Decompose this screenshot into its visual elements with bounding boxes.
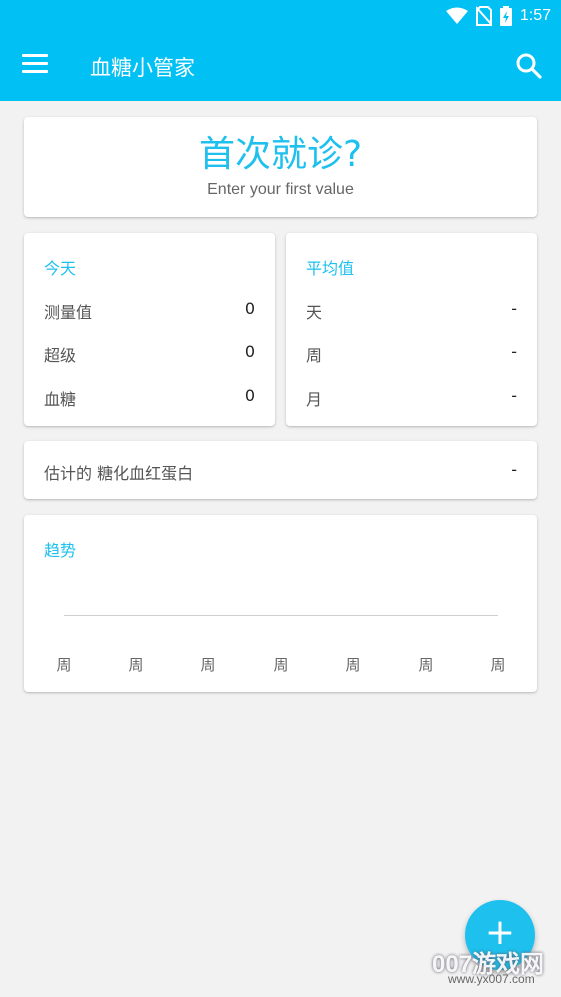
average-row-day: 天 - bbox=[306, 299, 517, 322]
row-value: - bbox=[511, 299, 517, 318]
average-card: 平均值 天 - 周 - 月 - bbox=[286, 233, 537, 426]
hba1c-value: - bbox=[511, 460, 517, 479]
row-label: 月 bbox=[306, 390, 323, 409]
app-bar: 血糖小管家 bbox=[0, 32, 561, 101]
trend-card: 趋势 周 周 周 周 周 周 周 bbox=[24, 515, 537, 692]
row-label: 周 bbox=[306, 346, 323, 365]
row-label: 超级 bbox=[44, 346, 77, 365]
battery-charging-icon bbox=[499, 6, 512, 26]
menu-icon[interactable] bbox=[22, 54, 48, 78]
first-visit-headline: 首次就诊? bbox=[198, 134, 363, 175]
trend-tick: 周 bbox=[273, 656, 289, 674]
trend-tick: 周 bbox=[56, 656, 72, 674]
hba1c-card[interactable]: 估计的 糖化血红蛋白 - bbox=[24, 441, 537, 499]
average-row-week: 周 - bbox=[306, 342, 517, 365]
trend-tick: 周 bbox=[418, 656, 434, 674]
hba1c-label: 估计的 糖化血红蛋白 bbox=[44, 464, 194, 483]
today-row-high: 超级 0 bbox=[44, 342, 255, 365]
average-title: 平均值 bbox=[306, 259, 355, 278]
trend-axis-line bbox=[64, 615, 498, 616]
status-icons: 1:57 bbox=[445, 6, 551, 26]
status-bar: 1:57 bbox=[0, 0, 561, 32]
trend-title: 趋势 bbox=[44, 541, 77, 560]
wifi-icon bbox=[445, 7, 468, 24]
row-value: 0 bbox=[244, 299, 255, 318]
row-value: - bbox=[511, 386, 517, 405]
row-label: 天 bbox=[306, 303, 323, 322]
first-visit-subtitle: Enter your first value bbox=[207, 181, 354, 198]
average-row-month: 月 - bbox=[306, 386, 517, 409]
row-value: 0 bbox=[244, 342, 255, 361]
row-value: - bbox=[511, 342, 517, 361]
trend-tick: 周 bbox=[128, 656, 144, 674]
today-card: 今天 测量值 0 超级 0 血糖 0 bbox=[24, 233, 275, 426]
trend-tick: 周 bbox=[200, 656, 216, 674]
watermark-url: www.yx007.com bbox=[448, 972, 535, 986]
app-title: 血糖小管家 bbox=[90, 56, 195, 80]
today-title: 今天 bbox=[44, 259, 77, 278]
trend-tick: 周 bbox=[345, 656, 361, 674]
row-label: 测量值 bbox=[44, 303, 93, 322]
first-visit-card[interactable]: 首次就诊? Enter your first value bbox=[24, 117, 537, 217]
today-row-glucose: 血糖 0 bbox=[44, 386, 255, 409]
clock: 1:57 bbox=[519, 7, 551, 24]
no-sim-icon bbox=[475, 6, 492, 26]
search-icon[interactable] bbox=[515, 52, 543, 80]
today-row-measurements: 测量值 0 bbox=[44, 299, 255, 322]
row-label: 血糖 bbox=[44, 390, 77, 409]
row-value: 0 bbox=[244, 386, 255, 405]
trend-tick: 周 bbox=[490, 656, 506, 674]
